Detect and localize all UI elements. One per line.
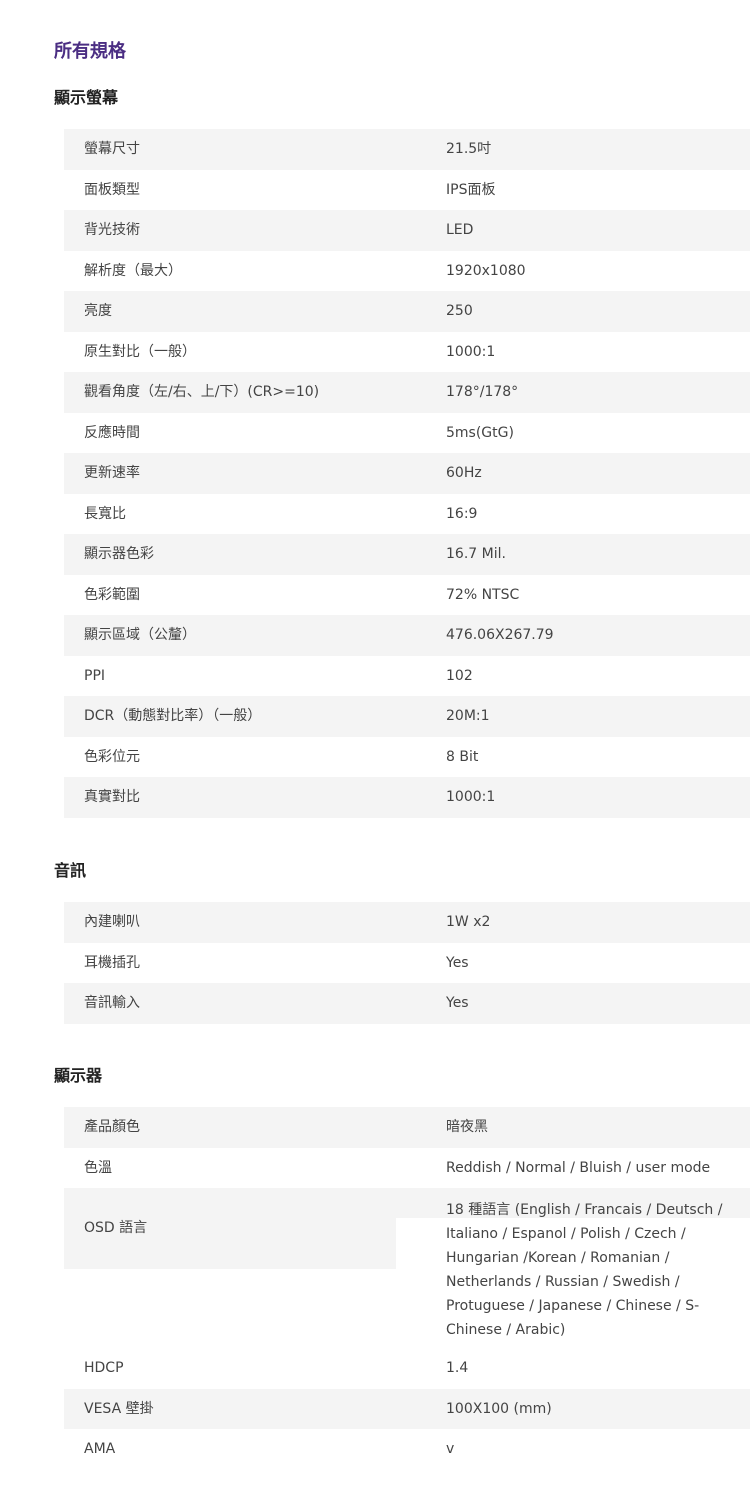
- spec-value: 18 種語言 (English / Francais / Deutsch / I…: [446, 1202, 723, 1338]
- spec-value: Yes: [446, 995, 469, 1011]
- spec-row-ama: AMA v: [64, 1429, 750, 1470]
- spec-key: 色彩位元: [84, 748, 140, 765]
- spec-value: Yes: [446, 954, 469, 971]
- spec-key: 色彩範圍: [84, 586, 140, 603]
- spec-row-vesa: VESA 壁掛 100X100 (mm): [64, 1388, 750, 1429]
- spec-value: 60Hz: [446, 465, 482, 481]
- spec-value: 1000:1: [446, 789, 496, 805]
- spec-key: 解析度（最大）: [84, 262, 182, 279]
- spec-value: 1W x2: [446, 914, 491, 930]
- spec-key: 色溫: [84, 1159, 112, 1176]
- spec-key: 亮度: [84, 303, 112, 319]
- spec-value: v: [446, 1441, 455, 1457]
- spec-key: 背光技術: [84, 222, 140, 238]
- spec-row-color-temperature: 色溫 Reddish / Normal / Bluish / user mode: [64, 1148, 750, 1189]
- spec-row-panel-type: 面板類型 IPS面板: [64, 170, 750, 211]
- spec-key: 產品顏色: [84, 1119, 140, 1135]
- page-title: 所有規格: [54, 41, 126, 62]
- spec-row-osd-language: OSD 語言 18 種語言 (English / Francais / Deut…: [64, 1188, 750, 1348]
- section-title-monitor: 顯示器: [54, 1066, 103, 1085]
- spec-value: 1.4: [446, 1360, 469, 1376]
- spec-row-speaker: 內建喇叭 1W x2: [64, 902, 750, 943]
- spec-key: HDCP: [84, 1360, 124, 1376]
- spec-value: 178°/178°: [446, 384, 519, 400]
- spec-value: Reddish / Normal / Bluish / user mode: [446, 1159, 711, 1176]
- spec-value: 102: [446, 667, 473, 684]
- spec-row-hdcp: HDCP 1.4: [64, 1348, 750, 1389]
- spec-value: 20M:1: [446, 708, 490, 724]
- spec-value: 8 Bit: [446, 748, 479, 765]
- spec-key: 面板類型: [84, 181, 140, 198]
- spec-key: 反應時間: [84, 424, 140, 441]
- spec-key: 真實對比: [84, 789, 140, 805]
- spec-value: 暗夜黑: [446, 1119, 488, 1135]
- spec-row-audio-input: 音訊輸入 Yes: [64, 983, 750, 1024]
- spec-row-refresh-rate: 更新速率 60Hz: [64, 453, 750, 494]
- spec-value: 1000:1: [446, 343, 496, 360]
- spec-key: VESA 壁掛: [84, 1400, 154, 1417]
- spec-value: 72% NTSC: [446, 586, 520, 603]
- spec-table-monitor: 產品顏色 暗夜黑 色溫 Reddish / Normal / Bluish / us…: [64, 1107, 750, 1470]
- spec-value: LED: [446, 222, 474, 238]
- spec-value: 1920x1080: [446, 262, 526, 279]
- spec-key: 顯示器色彩: [84, 546, 154, 562]
- spec-row-response-time: 反應時間 5ms(GtG): [64, 413, 750, 454]
- spec-key: 更新速率: [84, 465, 140, 481]
- spec-key: 內建喇叭: [84, 914, 140, 930]
- spec-key: DCR（動態對比率）（一般）: [84, 708, 262, 724]
- spec-value: 250: [446, 303, 473, 319]
- spec-key: AMA: [84, 1441, 116, 1457]
- spec-value: 16.7 Mil.: [446, 546, 506, 562]
- spec-row-color-gamut: 色彩範圍 72% NTSC: [64, 575, 750, 616]
- spec-key: 耳機插孔: [84, 954, 140, 971]
- spec-key: 音訊輸入: [84, 995, 140, 1011]
- spec-key: 螢幕尺寸: [84, 141, 140, 157]
- spec-row-headphone-jack: 耳機插孔 Yes: [64, 943, 750, 984]
- spec-value: IPS面板: [446, 181, 496, 198]
- spec-row-native-contrast: 原生對比（一般） 1000:1: [64, 332, 750, 373]
- spec-row-screen-size: 螢幕尺寸 21.5吋: [64, 129, 750, 170]
- spec-row-resolution: 解析度（最大） 1920x1080: [64, 251, 750, 292]
- spec-key: 觀看角度（左/右、上/下）(CR>=10): [84, 384, 320, 400]
- section-title-display-screen: 顯示螢幕: [54, 88, 119, 107]
- section-title-audio: 音訊: [54, 861, 87, 880]
- spec-row-display-colors: 顯示器色彩 16.7 Mil.: [64, 534, 750, 575]
- spec-value: 476.06X267.79: [446, 627, 554, 643]
- spec-value: 21.5吋: [446, 141, 492, 157]
- spec-key: PPI: [84, 667, 106, 684]
- spec-row-ppi: PPI 102: [64, 656, 750, 697]
- spec-key: 長寬比: [84, 505, 126, 522]
- spec-row-true-contrast: 真實對比 1000:1: [64, 777, 750, 818]
- spec-row-brightness: 亮度 250: [64, 291, 750, 332]
- spec-value: 16:9: [446, 505, 478, 522]
- spec-table-display-screen: 螢幕尺寸 21.5吋 面板類型 IPS面板 背光技術 LED 解析度（最大） 1920x…: [64, 129, 750, 818]
- spec-row-dcr: DCR（動態對比率）（一般） 20M:1: [64, 696, 750, 737]
- spec-key: 原生對比（一般）: [84, 343, 196, 360]
- spec-value: 5ms(GtG): [446, 424, 514, 441]
- spec-row-product-color: 產品顏色 暗夜黑: [64, 1107, 750, 1148]
- spec-table-audio: 內建喇叭 1W x2 耳機插孔 Yes 音訊輸入 Yes: [64, 902, 750, 1024]
- spec-row-aspect-ratio: 長寬比 16:9: [64, 494, 750, 535]
- spec-row-color-bit: 色彩位元 8 Bit: [64, 737, 750, 778]
- spec-row-viewing-angle: 觀看角度（左/右、上/下）(CR>=10) 178°/178°: [64, 372, 750, 413]
- spec-value: 100X100 (mm): [446, 1400, 552, 1417]
- spec-key: 顯示區域（公釐）: [84, 627, 196, 643]
- spec-key: OSD 語言: [84, 1220, 148, 1236]
- spec-row-display-area: 顯示區域（公釐） 476.06X267.79: [64, 615, 750, 656]
- spec-row-backlight: 背光技術 LED: [64, 210, 750, 251]
